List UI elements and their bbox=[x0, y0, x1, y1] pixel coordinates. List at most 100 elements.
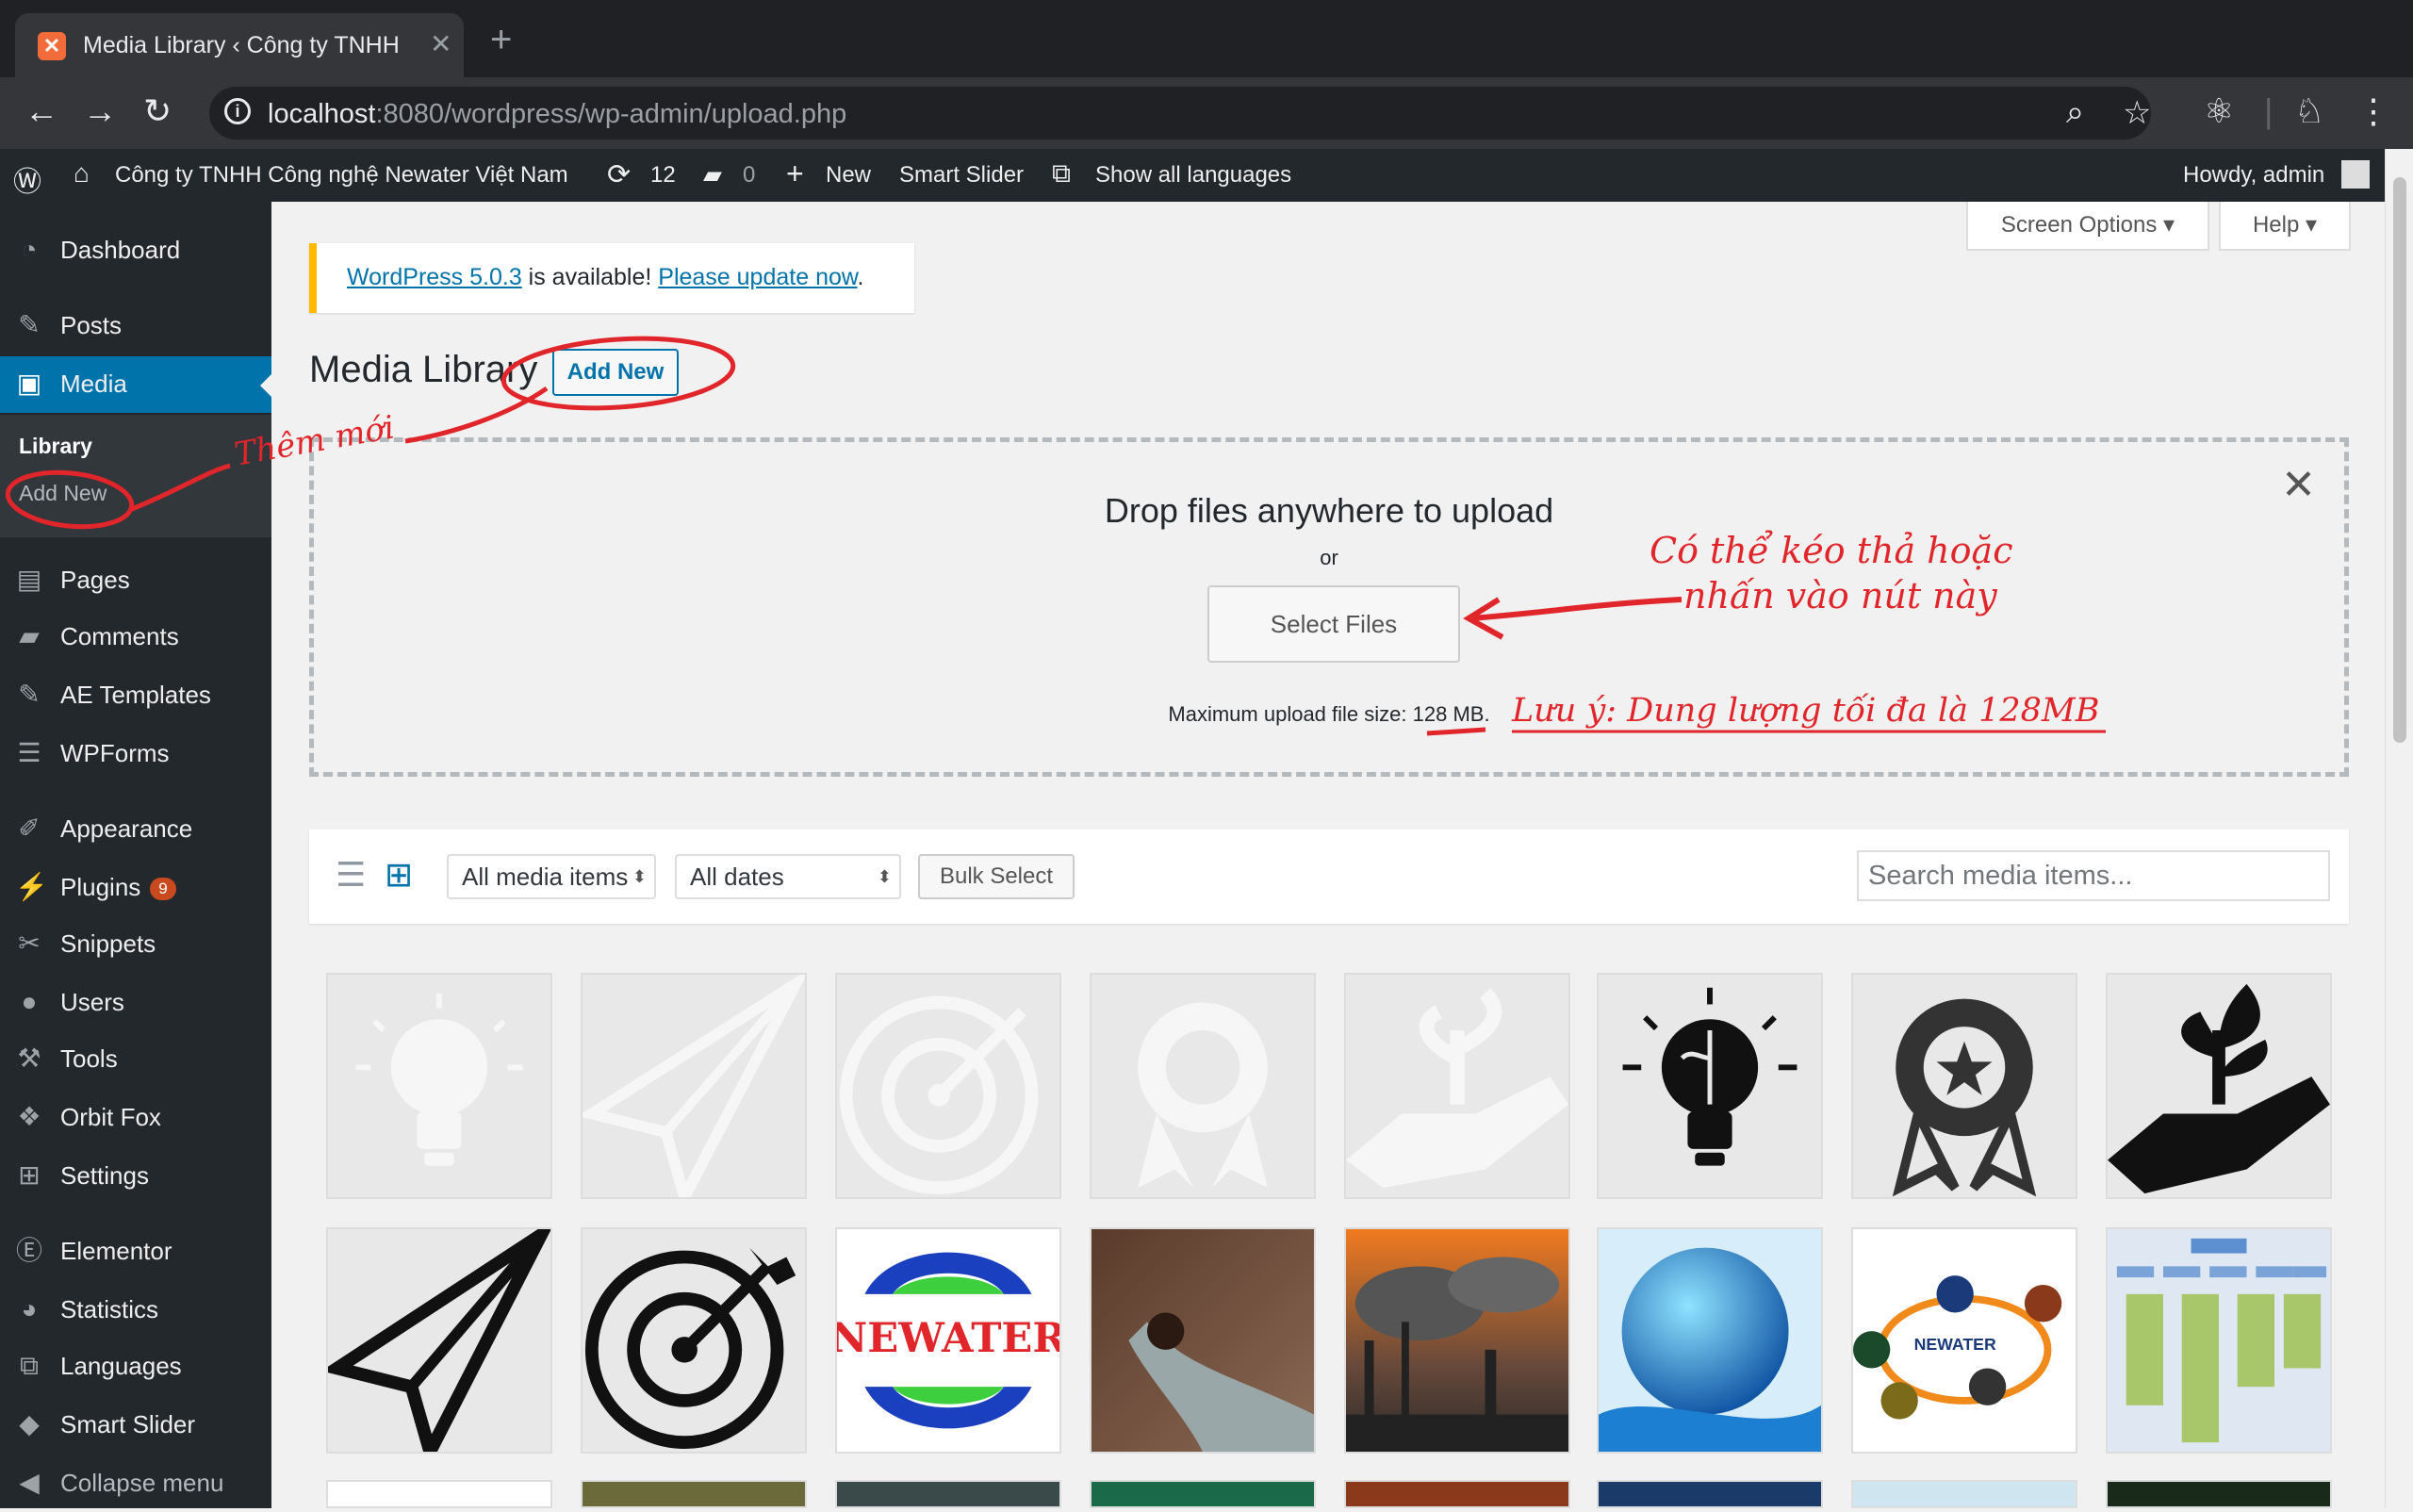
media-item-newater-logo[interactable]: NEWATER bbox=[835, 1227, 1061, 1454]
smart-slider-link[interactable]: Smart Slider bbox=[899, 162, 1024, 189]
media-item-paper-plane[interactable] bbox=[326, 1227, 552, 1454]
wordpress-version-link[interactable]: WordPress 5.0.3 bbox=[347, 264, 522, 290]
info-icon[interactable]: i bbox=[224, 98, 251, 124]
zoom-icon[interactable]: ⌕ bbox=[2066, 94, 2084, 131]
react-devtools-icon[interactable]: ⚛ bbox=[2204, 92, 2234, 130]
update-now-link[interactable]: Please update now bbox=[658, 264, 857, 290]
media-item-partial[interactable] bbox=[1597, 1480, 1823, 1508]
sidebar-item-smart-slider[interactable]: ◆ Smart Slider bbox=[0, 1397, 271, 1454]
forward-icon[interactable]: → bbox=[83, 92, 117, 130]
date-filter[interactable]: All dates ⬍ bbox=[675, 854, 901, 899]
browser-tab[interactable]: ✕ Media Library ‹ Công ty TNHH ✕ bbox=[15, 13, 464, 77]
media-type-filter[interactable]: All media items ⬍ bbox=[447, 854, 656, 899]
help-button[interactable]: Help ▾ bbox=[2219, 202, 2351, 251]
back-icon[interactable]: ← bbox=[25, 92, 58, 130]
media-item-paper-plane-light[interactable] bbox=[581, 973, 807, 1199]
avatar[interactable] bbox=[2341, 160, 2370, 189]
media-item-partial[interactable] bbox=[1090, 1480, 1316, 1508]
list-view-icon[interactable]: ☰ bbox=[336, 856, 366, 894]
sidebar-item-posts[interactable]: ✎ Posts bbox=[0, 298, 271, 354]
media-item-water-globe[interactable] bbox=[1597, 1227, 1823, 1454]
comment-icon[interactable]: ▰ bbox=[703, 160, 722, 189]
media-item-brain-bulb-light[interactable] bbox=[326, 973, 552, 1199]
media-item-partial[interactable] bbox=[1851, 1480, 2077, 1508]
sidebar-item-label: Tools bbox=[60, 1044, 118, 1073]
sidebar-item-collapse[interactable]: ◀ Collapse menu bbox=[0, 1455, 271, 1512]
media-item-partial[interactable] bbox=[326, 1480, 552, 1508]
media-type-value: All media items bbox=[462, 863, 629, 891]
sidebar-item-media[interactable]: ▣ Media bbox=[0, 356, 271, 413]
scrollbar-thumb[interactable] bbox=[2393, 177, 2406, 743]
media-item-plant-hand[interactable] bbox=[2106, 973, 2332, 1199]
media-item-newater-cycle-diagram[interactable]: NEWATER bbox=[1851, 1227, 2077, 1454]
bulk-select-button[interactable]: Bulk Select bbox=[918, 854, 1075, 899]
media-item-target-light[interactable] bbox=[835, 973, 1061, 1199]
screen-options-button[interactable]: Screen Options ▾ bbox=[1966, 202, 2209, 251]
add-new-button[interactable]: Add New bbox=[552, 349, 679, 396]
browser-toolbar: ← → ↻ i localhost:8080/wordpress/wp-admi… bbox=[0, 77, 2413, 149]
bookmark-star-icon[interactable]: ☆ bbox=[2123, 94, 2151, 132]
elementor-icon: Ⓔ bbox=[15, 1236, 42, 1265]
comment-icon: ▰ bbox=[19, 621, 40, 650]
submenu-add-new[interactable]: Add New bbox=[19, 481, 107, 506]
tab-close-icon[interactable]: ✕ bbox=[430, 28, 451, 59]
media-item-partial[interactable] bbox=[1344, 1480, 1570, 1508]
home-icon[interactable]: ⌂ bbox=[74, 158, 90, 189]
sidebar-item-ae-templates[interactable]: ✎ AE Templates bbox=[0, 667, 271, 724]
form-icon: ☰ bbox=[17, 738, 41, 767]
submenu-library[interactable]: Library bbox=[19, 434, 92, 459]
incognito-icon[interactable]: ♘ bbox=[2294, 92, 2324, 130]
page-title: Media Library bbox=[309, 349, 538, 390]
sidebar-item-settings[interactable]: ⊞ Settings bbox=[0, 1148, 271, 1205]
site-name-link[interactable]: Công ty TNHH Công nghệ Newater Việt Nam bbox=[115, 162, 568, 189]
sidebar-item-appearance[interactable]: ✐ Appearance bbox=[0, 801, 271, 858]
sidebar-item-users[interactable]: ● Users bbox=[0, 975, 271, 1031]
media-item-partial[interactable] bbox=[2106, 1480, 2332, 1508]
sidebar-item-label: Collapse menu bbox=[60, 1469, 224, 1497]
sidebar-item-elementor[interactable]: Ⓔ Elementor bbox=[0, 1224, 271, 1280]
media-item-plant-hand-light[interactable] bbox=[1344, 973, 1570, 1199]
show-all-languages-link[interactable]: Show all languages bbox=[1095, 162, 1291, 189]
select-caret-icon: ⬍ bbox=[632, 867, 647, 886]
new-link[interactable]: New bbox=[826, 162, 871, 189]
wordpress-logo-icon[interactable]: Ⓦ bbox=[13, 158, 41, 200]
comments-count[interactable]: 0 bbox=[743, 162, 755, 189]
sidebar-item-languages[interactable]: ⧉ Languages bbox=[0, 1339, 271, 1395]
pin-icon: ✎ bbox=[18, 680, 41, 709]
sidebar-item-label: Comments bbox=[60, 622, 179, 650]
max-size-prefix: Maximum upload file size: bbox=[1168, 702, 1413, 726]
plus-icon[interactable]: + bbox=[786, 156, 804, 191]
sidebar-item-statistics[interactable]: ◕ Statistics bbox=[0, 1282, 271, 1339]
updates-count[interactable]: 12 bbox=[650, 162, 676, 189]
sidebar-item-snippets[interactable]: ✂ Snippets bbox=[0, 916, 271, 973]
howdy-link[interactable]: Howdy, admin bbox=[2183, 162, 2324, 189]
media-item-org-chart[interactable] bbox=[2106, 1227, 2332, 1454]
reload-icon[interactable]: ↻ bbox=[143, 92, 172, 130]
media-item-partial[interactable] bbox=[835, 1480, 1061, 1508]
sidebar-item-plugins[interactable]: ⚡ Plugins 9 bbox=[0, 860, 271, 916]
fox-icon: ❖ bbox=[17, 1102, 41, 1131]
sidebar-item-tools[interactable]: ⚒ Tools bbox=[0, 1031, 271, 1088]
media-item-award[interactable] bbox=[1851, 973, 2077, 1199]
sidebar-item-orbit-fox[interactable]: ❖ Orbit Fox bbox=[0, 1090, 271, 1146]
address-bar[interactable]: i localhost:8080/wordpress/wp-admin/uplo… bbox=[209, 87, 2151, 140]
media-item-brain-bulb[interactable] bbox=[1597, 973, 1823, 1199]
updates-icon[interactable]: ⟳ bbox=[607, 158, 631, 191]
select-files-button[interactable]: Select Files bbox=[1207, 585, 1460, 663]
sidebar-item-wpforms[interactable]: ☰ WPForms bbox=[0, 726, 271, 782]
menu-dots-icon[interactable]: ⋮ bbox=[2356, 92, 2390, 130]
grid-view-icon[interactable]: ⊞ bbox=[385, 856, 413, 894]
media-item-award-light[interactable] bbox=[1090, 973, 1316, 1199]
page-scrollbar[interactable] bbox=[2385, 149, 2413, 1508]
sidebar-item-pages[interactable]: ▤ Pages bbox=[0, 552, 271, 609]
sidebar-item-label: AE Templates bbox=[60, 681, 211, 709]
slider-icon: ◆ bbox=[19, 1409, 40, 1438]
media-item-polluted-stream[interactable] bbox=[1090, 1227, 1316, 1454]
new-tab-icon[interactable]: + bbox=[490, 21, 512, 58]
sidebar-item-dashboard[interactable]: ◔ Dashboard bbox=[0, 222, 271, 279]
search-media-input[interactable]: Search media items... bbox=[1857, 850, 2330, 901]
media-item-partial[interactable] bbox=[581, 1480, 807, 1508]
media-item-factory-smoke[interactable] bbox=[1344, 1227, 1570, 1454]
media-item-target[interactable] bbox=[581, 1227, 807, 1454]
sidebar-item-comments[interactable]: ▰ Comments bbox=[0, 609, 271, 666]
